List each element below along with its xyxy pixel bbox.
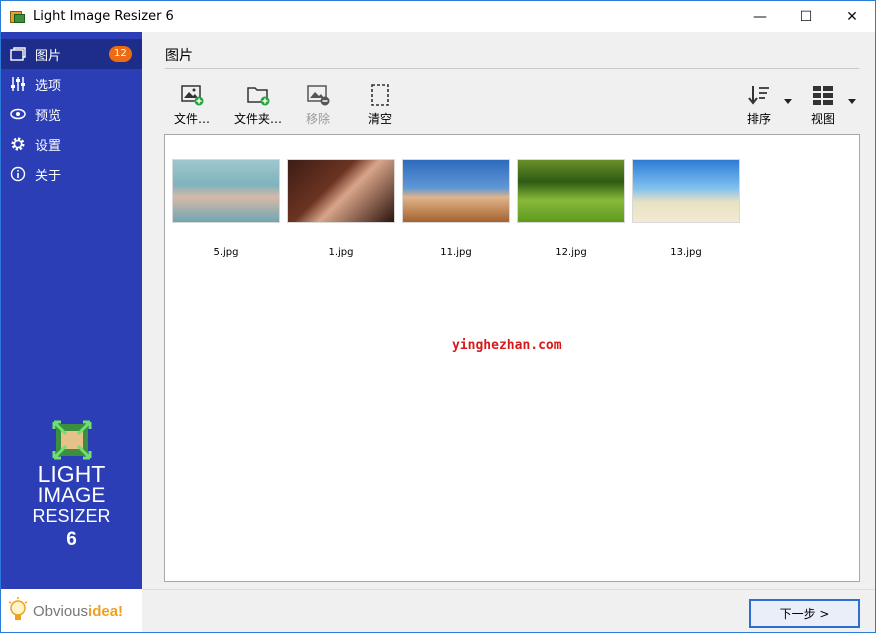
image-count-badge: 12 <box>109 46 132 62</box>
sidebar-item-label: 选项 <box>35 78 62 94</box>
main-content: 图片 文件… 文件夹… 移除 清空 排序 视图 5.jpg 1.jpg 11.j… <box>142 32 875 632</box>
eye-icon <box>9 105 27 123</box>
brand-prefix: Obvious <box>33 602 89 620</box>
image-filename: 1.jpg <box>328 247 354 258</box>
lightbulb-icon <box>7 596 29 626</box>
image-thumbnail[interactable]: 13.jpg <box>631 159 741 258</box>
sidebar-item-label: 关于 <box>35 168 62 184</box>
view-dropdown-caret[interactable] <box>848 99 856 104</box>
image-filename: 13.jpg <box>670 247 702 258</box>
view-button[interactable]: 视图 <box>798 84 848 128</box>
title-bar: Light Image Resizer 6 — ☐ ✕ <box>1 1 875 32</box>
add-folder-label: 文件夹… <box>233 112 282 126</box>
view-list-icon <box>811 84 835 106</box>
add-files-label: 文件… <box>173 112 210 126</box>
logo-text-light: LIGHT <box>37 461 106 487</box>
images-icon <box>9 45 27 63</box>
sidebar-item-label: 图片 <box>35 48 62 64</box>
info-icon <box>9 165 27 183</box>
add-folder-button[interactable]: 文件夹… <box>230 84 286 128</box>
thumbnail-image <box>402 159 510 223</box>
thumbnail-image <box>172 159 280 223</box>
thumbnail-image <box>517 159 625 223</box>
add-files-button[interactable]: 文件… <box>166 84 218 128</box>
image-thumbnail[interactable]: 12.jpg <box>516 159 626 258</box>
footer-divider <box>142 589 875 590</box>
sidebar-item-options[interactable]: 选项 <box>1 69 142 99</box>
remove-button[interactable]: 移除 <box>292 84 344 128</box>
sidebar-item-settings[interactable]: 设置 <box>1 129 142 159</box>
thumbnail-image <box>632 159 740 223</box>
sort-icon <box>747 84 771 106</box>
minimize-button[interactable]: — <box>737 1 783 32</box>
image-filename: 12.jpg <box>555 247 587 258</box>
image-filename: 5.jpg <box>213 247 239 258</box>
add-image-icon <box>180 84 204 106</box>
product-logo: LIGHT IMAGE RESIZER 6 <box>1 420 142 550</box>
image-filename: 11.jpg <box>440 247 472 258</box>
clear-icon <box>368 84 392 106</box>
view-label: 视图 <box>810 112 835 126</box>
brand-text: Obviousidea! <box>33 603 123 620</box>
image-list[interactable]: 5.jpg 1.jpg 11.jpg 12.jpg 13.jpg yinghez… <box>164 134 860 582</box>
logo-text-resizer: RESIZER <box>32 506 111 526</box>
sliders-icon <box>9 75 27 93</box>
clear-button[interactable]: 清空 <box>354 84 406 128</box>
remove-label: 移除 <box>305 112 330 126</box>
sidebar-item-label: 设置 <box>35 138 62 154</box>
brand-accent: idea! <box>88 602 124 620</box>
gear-icon <box>9 135 27 153</box>
next-step-button[interactable]: 下一步 > <box>749 599 860 628</box>
maximize-button[interactable]: ☐ <box>783 1 829 32</box>
logo-text-version: 6 <box>66 529 77 550</box>
add-folder-icon <box>246 84 270 106</box>
site-watermark: yinghezhan.com <box>452 338 562 353</box>
heading-divider <box>165 68 859 69</box>
resize-logo-icon <box>52 420 92 460</box>
image-thumbnail[interactable]: 5.jpg <box>171 159 281 258</box>
page-title: 图片 <box>165 48 193 64</box>
sidebar: 图片 12 选项 预览 设置 关于 LIGHT IMAGE RESIZER 6 … <box>1 32 142 632</box>
remove-image-icon <box>306 84 330 106</box>
close-button[interactable]: ✕ <box>829 1 875 32</box>
logo-text-image: IMAGE <box>37 484 106 507</box>
sort-dropdown-caret[interactable] <box>784 99 792 104</box>
app-window: Light Image Resizer 6 — ☐ ✕ 图片 12 选项 预览 <box>0 0 876 633</box>
image-thumbnail[interactable]: 11.jpg <box>401 159 511 258</box>
window-controls: — ☐ ✕ <box>737 1 875 32</box>
sidebar-item-preview[interactable]: 预览 <box>1 99 142 129</box>
sort-button[interactable]: 排序 <box>734 84 784 128</box>
obviousidea-logo[interactable]: Obviousidea! <box>1 589 142 632</box>
app-icon <box>10 9 26 25</box>
clear-label: 清空 <box>367 112 392 126</box>
sidebar-item-about[interactable]: 关于 <box>1 159 142 189</box>
image-thumbnail[interactable]: 1.jpg <box>286 159 396 258</box>
window-title: Light Image Resizer 6 <box>33 9 174 24</box>
sort-label: 排序 <box>746 112 771 126</box>
thumbnail-image <box>287 159 395 223</box>
sidebar-item-images[interactable]: 图片 12 <box>1 39 142 69</box>
sidebar-item-label: 预览 <box>35 108 62 124</box>
